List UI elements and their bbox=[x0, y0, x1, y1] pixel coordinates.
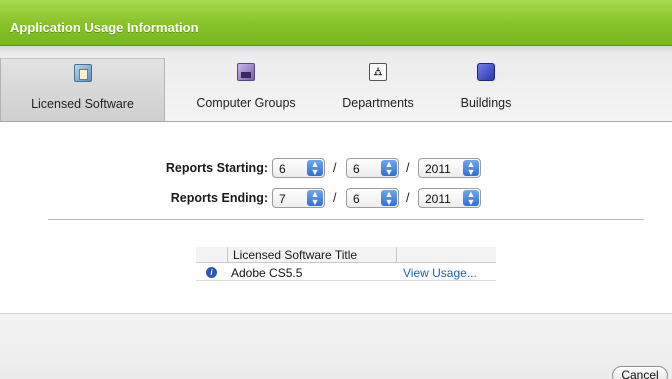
buildings-icon bbox=[477, 63, 495, 81]
window-title: Application Usage Information bbox=[10, 20, 199, 35]
tab-label: Licensed Software bbox=[31, 97, 134, 111]
category-toolbar: Licensed Software Computer Groups ⛼ Depa… bbox=[0, 46, 672, 122]
end-month-select[interactable]: 7 ▲ ▼ bbox=[272, 188, 325, 208]
start-day-select[interactable]: 6 ▲ ▼ bbox=[346, 158, 399, 178]
chevron-up-down-icon: ▲ ▼ bbox=[381, 160, 397, 177]
licensed-software-icon bbox=[73, 64, 92, 82]
departments-icon: ⛼ bbox=[369, 63, 387, 81]
tab-label: Departments bbox=[342, 96, 414, 110]
date-separator: / bbox=[406, 191, 410, 205]
chevron-up-down-icon: ▲ ▼ bbox=[307, 190, 323, 207]
chevron-up-down-icon: ▲ ▼ bbox=[307, 160, 323, 177]
end-day-select[interactable]: 6 ▲ ▼ bbox=[346, 188, 399, 208]
software-title: Adobe CS5.5 bbox=[231, 266, 303, 280]
end-year-select[interactable]: 2011 ▲ ▼ bbox=[418, 188, 481, 208]
column-header-title: Licensed Software Title bbox=[233, 248, 358, 262]
date-separator: / bbox=[333, 191, 337, 205]
tab-label: Buildings bbox=[460, 96, 512, 110]
info-icon[interactable]: i bbox=[206, 267, 217, 278]
start-month-select[interactable]: 6 ▲ ▼ bbox=[272, 158, 325, 178]
start-year-select[interactable]: 2011 ▲ ▼ bbox=[418, 158, 481, 178]
tab-departments[interactable]: ⛼ Departments bbox=[328, 58, 428, 121]
tab-computer-groups[interactable]: Computer Groups bbox=[176, 58, 316, 121]
tab-label: Computer Groups bbox=[196, 96, 296, 110]
view-usage-link[interactable]: View Usage... bbox=[403, 266, 477, 280]
chevron-up-down-icon: ▲ ▼ bbox=[463, 160, 479, 177]
window-title-bar: Application Usage Information bbox=[0, 0, 672, 46]
date-separator: / bbox=[333, 161, 337, 175]
reports-starting-label: Reports Starting: bbox=[165, 161, 268, 175]
table-header: Licensed Software Title bbox=[196, 247, 496, 263]
computer-groups-icon bbox=[237, 63, 255, 81]
column-separator bbox=[227, 247, 228, 263]
tab-licensed-software[interactable]: Licensed Software bbox=[0, 58, 165, 121]
cancel-button[interactable]: Cancel bbox=[612, 366, 668, 379]
reports-ending-row: Reports Ending: 7 ▲ ▼ / 6 ▲ ▼ / 2011 ▲ ▼ bbox=[0, 187, 672, 211]
tab-buildings[interactable]: Buildings bbox=[444, 58, 528, 121]
chevron-up-down-icon: ▲ ▼ bbox=[381, 190, 397, 207]
table-row[interactable]: i Adobe CS5.5 View Usage... bbox=[196, 264, 496, 281]
chevron-up-down-icon: ▲ ▼ bbox=[463, 190, 479, 207]
reports-ending-label: Reports Ending: bbox=[170, 191, 268, 205]
date-separator: / bbox=[406, 161, 410, 175]
column-separator bbox=[396, 247, 397, 263]
reports-starting-row: Reports Starting: 6 ▲ ▼ / 6 ▲ ▼ / 2011 ▲ ▼ bbox=[0, 157, 672, 181]
section-divider bbox=[48, 219, 644, 220]
footer-bar bbox=[0, 313, 672, 379]
